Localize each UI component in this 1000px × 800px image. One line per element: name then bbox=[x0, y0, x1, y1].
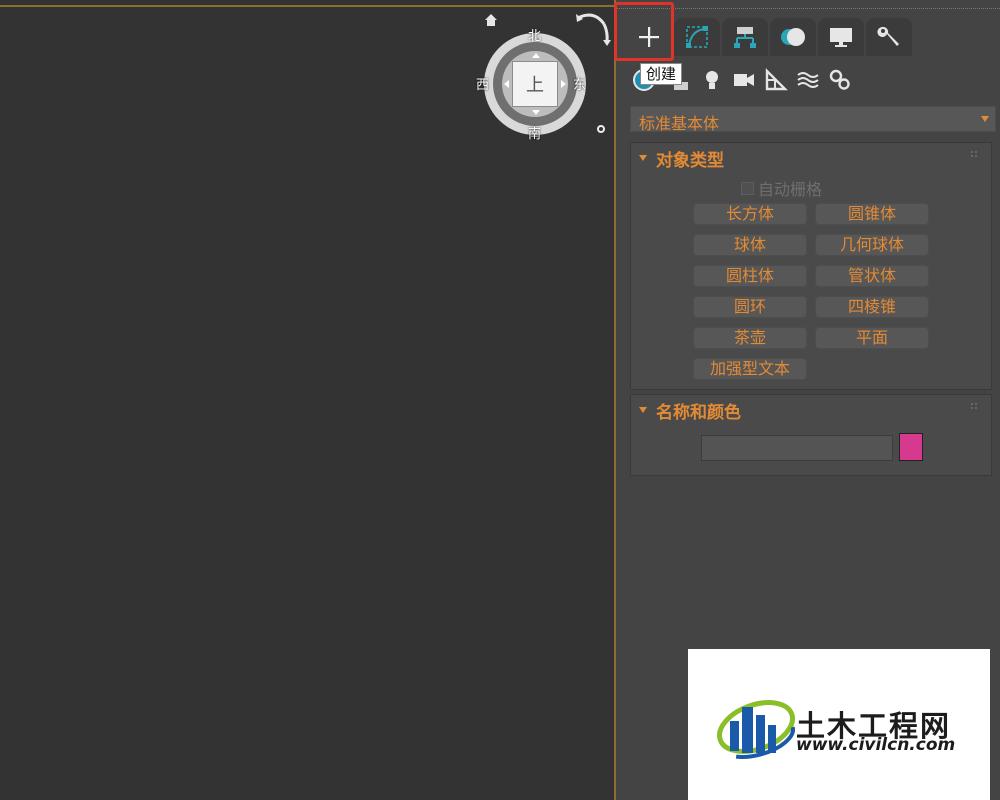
object-type-rollout: 对象类型 自动栅格 长方体 圆锥体 球体 几何球体 圆柱体 管状体 圆环 四棱锥… bbox=[630, 142, 992, 390]
grip-icon[interactable] bbox=[971, 403, 979, 411]
wrench-icon bbox=[877, 26, 899, 46]
rollout-title: 名称和颜色 bbox=[656, 402, 741, 423]
compass-north-label[interactable]: 北 bbox=[528, 30, 541, 44]
tube-button[interactable]: 管状体 bbox=[815, 265, 929, 287]
name-and-color-rollout-header[interactable]: 名称和颜色 bbox=[639, 399, 741, 423]
box-button[interactable]: 长方体 bbox=[693, 203, 807, 225]
viewcube-menu-icon[interactable] bbox=[597, 125, 605, 133]
motion-icon bbox=[781, 28, 805, 46]
collapse-triangle-icon bbox=[639, 155, 647, 161]
compass-south-label[interactable]: 南 bbox=[528, 128, 541, 142]
create-tab-highlight bbox=[614, 2, 674, 61]
collapse-triangle-icon bbox=[639, 407, 647, 413]
systems-icon[interactable] bbox=[828, 68, 852, 92]
create-tooltip: 创建 bbox=[640, 63, 683, 85]
sphere-button[interactable]: 球体 bbox=[693, 234, 807, 256]
cameras-icon[interactable] bbox=[732, 68, 756, 92]
plane-button[interactable]: 平面 bbox=[815, 327, 929, 349]
utilities-tab[interactable] bbox=[866, 18, 912, 56]
modify-tab[interactable] bbox=[674, 18, 720, 56]
compass-west-label[interactable]: 西 bbox=[476, 79, 489, 93]
autogrid-label: 自动栅格 bbox=[758, 180, 823, 199]
home-icon[interactable] bbox=[484, 13, 498, 27]
torus-button[interactable]: 圆环 bbox=[693, 296, 807, 318]
dropdown-selected-label: 标准基本体 bbox=[639, 114, 720, 133]
viewport[interactable]: 上 北 南 西 东 bbox=[0, 0, 614, 800]
object-name-field[interactable] bbox=[701, 435, 893, 461]
geosphere-button[interactable]: 几何球体 bbox=[815, 234, 929, 256]
cylinder-button[interactable]: 圆柱体 bbox=[693, 265, 807, 287]
viewcube-arrow-up-icon[interactable] bbox=[532, 53, 540, 58]
motion-tab[interactable] bbox=[770, 18, 816, 56]
civilcn-logo-icon bbox=[717, 700, 795, 759]
primitive-type-dropdown[interactable]: 标准基本体 bbox=[630, 106, 996, 133]
textplus-button[interactable]: 加强型文本 bbox=[693, 358, 807, 380]
teapot-button[interactable]: 茶壶 bbox=[693, 327, 807, 349]
viewcube[interactable]: 上 北 南 西 东 bbox=[476, 30, 586, 142]
watermark: 土木工程网 www.civilcn.com bbox=[688, 649, 990, 800]
object-color-swatch[interactable] bbox=[899, 433, 923, 461]
autogrid-checkbox[interactable] bbox=[741, 181, 754, 195]
name-and-color-rollout: 名称和颜色 bbox=[630, 394, 992, 476]
object-type-rollout-header[interactable]: 对象类型 bbox=[639, 147, 724, 171]
pyramid-button[interactable]: 四棱锥 bbox=[815, 296, 929, 318]
chevron-down-icon bbox=[981, 116, 989, 122]
hierarchy-icon bbox=[734, 27, 756, 48]
grip-icon[interactable] bbox=[971, 151, 979, 159]
viewcube-top-face[interactable]: 上 bbox=[512, 61, 558, 107]
display-tab[interactable] bbox=[818, 18, 864, 56]
compass-east-label[interactable]: 东 bbox=[573, 79, 586, 93]
hierarchy-tab[interactable] bbox=[722, 18, 768, 56]
cone-button[interactable]: 圆锥体 bbox=[815, 203, 929, 225]
display-monitor-icon bbox=[830, 28, 852, 47]
viewcube-arrow-down-icon[interactable] bbox=[532, 110, 540, 115]
viewcube-arrow-right-icon[interactable] bbox=[561, 80, 566, 88]
autogrid-checkbox-row[interactable]: 自动栅格 bbox=[741, 176, 822, 200]
rollout-title: 对象类型 bbox=[656, 150, 724, 171]
spacewarps-icon[interactable] bbox=[796, 68, 820, 92]
viewcube-arrow-left-icon[interactable] bbox=[504, 80, 509, 88]
watermark-url: www.civilcn.com bbox=[796, 735, 956, 755]
modify-curve-icon bbox=[686, 26, 708, 48]
helpers-icon[interactable] bbox=[764, 68, 788, 92]
lights-icon[interactable] bbox=[700, 68, 724, 92]
viewport-active-border-top bbox=[0, 5, 614, 7]
